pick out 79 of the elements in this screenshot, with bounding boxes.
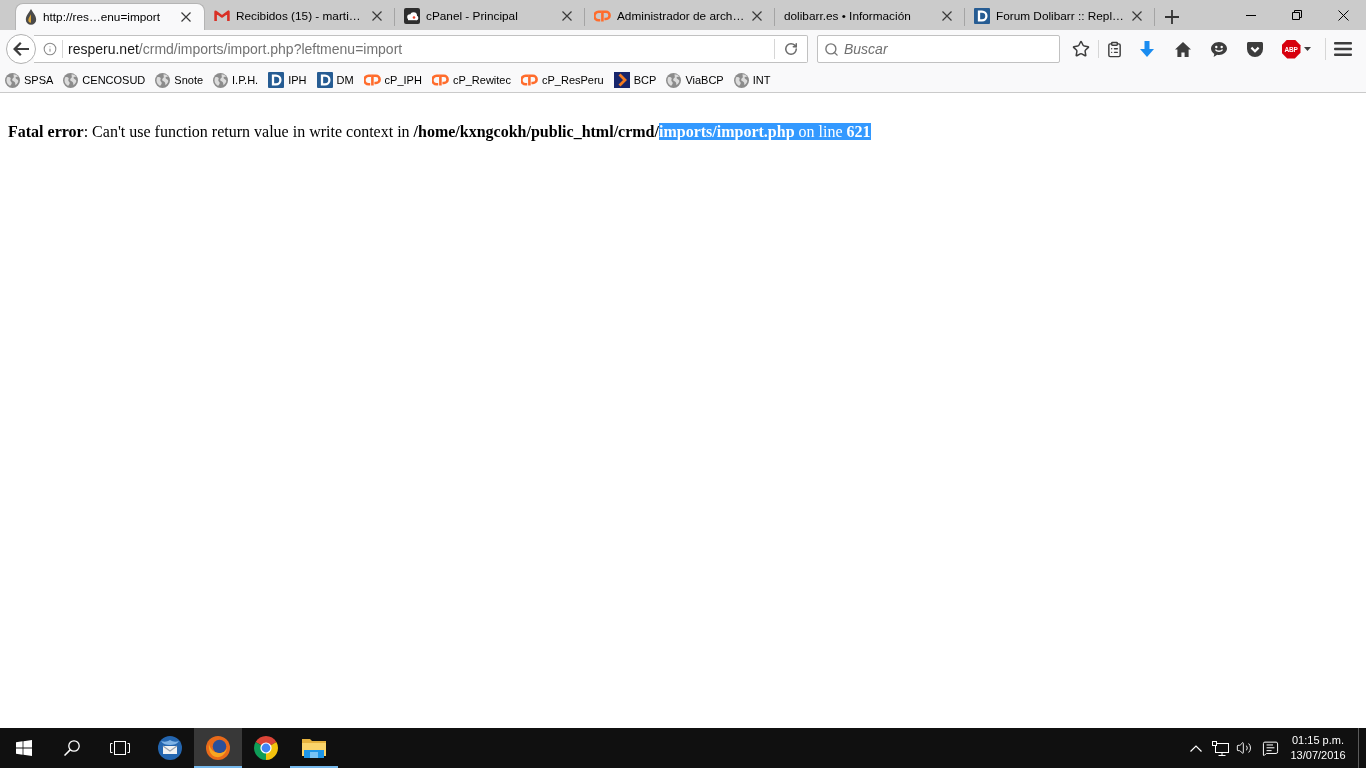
globe-icon xyxy=(63,72,79,88)
globe-icon xyxy=(666,72,682,88)
search-icon xyxy=(64,740,80,756)
logo-icon xyxy=(363,74,381,86)
bookmark-item[interactable]: cP_Rewitec xyxy=(427,69,515,91)
restore-icon xyxy=(1292,10,1302,20)
d-square-icon xyxy=(268,72,285,88)
chevron-up-icon xyxy=(1190,744,1202,752)
browser-tab[interactable]: cPanel - Principal xyxy=(395,3,585,30)
bookmark-item[interactable]: ViaBCP xyxy=(662,69,728,91)
close-icon xyxy=(752,11,762,21)
tab-close-button[interactable] xyxy=(371,10,383,22)
home-icon xyxy=(1175,41,1191,57)
tab-close-button[interactable] xyxy=(751,10,763,22)
d-square-icon xyxy=(974,8,990,24)
globe-icon xyxy=(155,72,171,88)
bookmark-item[interactable]: IPH xyxy=(264,69,311,91)
chevron-square-icon xyxy=(613,72,630,88)
bookmark-item[interactable]: I.P.H. xyxy=(209,69,263,91)
minimize-icon xyxy=(1246,14,1256,16)
speaker-icon xyxy=(1236,740,1252,756)
download-arrow-icon xyxy=(1140,41,1154,57)
ring-globe-icon xyxy=(206,736,230,760)
menu-icon xyxy=(1334,42,1352,56)
browser-tab[interactable]: Administrador de arch… xyxy=(585,3,775,30)
message-icon xyxy=(1261,739,1279,757)
bookmark-item[interactable]: SPSA xyxy=(1,69,58,91)
taskbar-app-button[interactable] xyxy=(194,728,242,768)
browser-tab[interactable]: http://res…enu=import xyxy=(15,3,205,30)
star-icon xyxy=(1072,40,1090,58)
clipboard-icon xyxy=(1105,40,1123,58)
tab-close-button[interactable] xyxy=(180,10,192,23)
network-monitor-icon xyxy=(1211,740,1229,756)
globe-icon xyxy=(213,72,229,88)
clock[interactable]: 01:15 p.m. 13/07/2016 xyxy=(1284,728,1352,768)
reload-icon xyxy=(784,42,798,56)
task-view-icon xyxy=(110,741,130,755)
tab-close-button[interactable] xyxy=(561,10,573,22)
smiley-bubble-icon xyxy=(1211,41,1227,57)
bookmark-item[interactable]: DM xyxy=(312,69,358,91)
folder-icon xyxy=(302,738,326,758)
windows-logo-icon xyxy=(16,740,32,756)
d-square-icon xyxy=(316,72,333,88)
browser-tab[interactable]: dolibarr.es • Información xyxy=(775,3,965,30)
back-arrow-icon xyxy=(13,42,29,56)
bookmark-item[interactable]: cP_ResPeru xyxy=(517,69,608,91)
logo-icon xyxy=(521,74,538,86)
browser-tab[interactable]: Forum Dolibarr :: Repl… xyxy=(965,3,1155,30)
globe-icon xyxy=(5,72,20,88)
envelope-circle-icon xyxy=(158,736,182,760)
bookmark-item[interactable]: CENCOSUD xyxy=(59,69,150,91)
bookmark-item[interactable]: Snote xyxy=(151,69,208,91)
search-field[interactable]: Buscar xyxy=(817,35,1060,63)
tab-close-button[interactable] xyxy=(1131,10,1143,22)
info-icon xyxy=(43,42,57,56)
globe-icon xyxy=(733,72,749,88)
bookmark-item[interactable]: BCP xyxy=(609,69,661,91)
bookmark-item[interactable]: INT xyxy=(729,69,775,91)
close-icon xyxy=(181,11,191,22)
close-icon xyxy=(1132,11,1142,21)
back-button[interactable] xyxy=(6,34,36,64)
url-field[interactable]: resperu.net/crmd/imports/import.php?leftmenu=import xyxy=(68,36,774,62)
logo-icon xyxy=(594,10,611,22)
browser-tab[interactable]: Recibidos (15) - marti… xyxy=(205,3,395,30)
logo-icon xyxy=(431,74,449,86)
drop-icon xyxy=(25,8,37,25)
mail-icon xyxy=(214,10,230,22)
segmented-circle-icon xyxy=(254,736,278,760)
close-icon xyxy=(372,11,382,21)
search-icon xyxy=(824,42,839,57)
close-icon xyxy=(942,11,952,21)
tab-close-button[interactable] xyxy=(941,10,953,22)
close-icon xyxy=(1337,9,1349,21)
cloud-icon xyxy=(404,8,420,24)
plus-icon xyxy=(1165,9,1179,24)
close-icon xyxy=(562,11,572,21)
shield-chevron-icon xyxy=(1247,41,1263,57)
bookmark-item[interactable]: cP_IPH xyxy=(359,69,426,91)
caret-icon xyxy=(1303,47,1311,51)
